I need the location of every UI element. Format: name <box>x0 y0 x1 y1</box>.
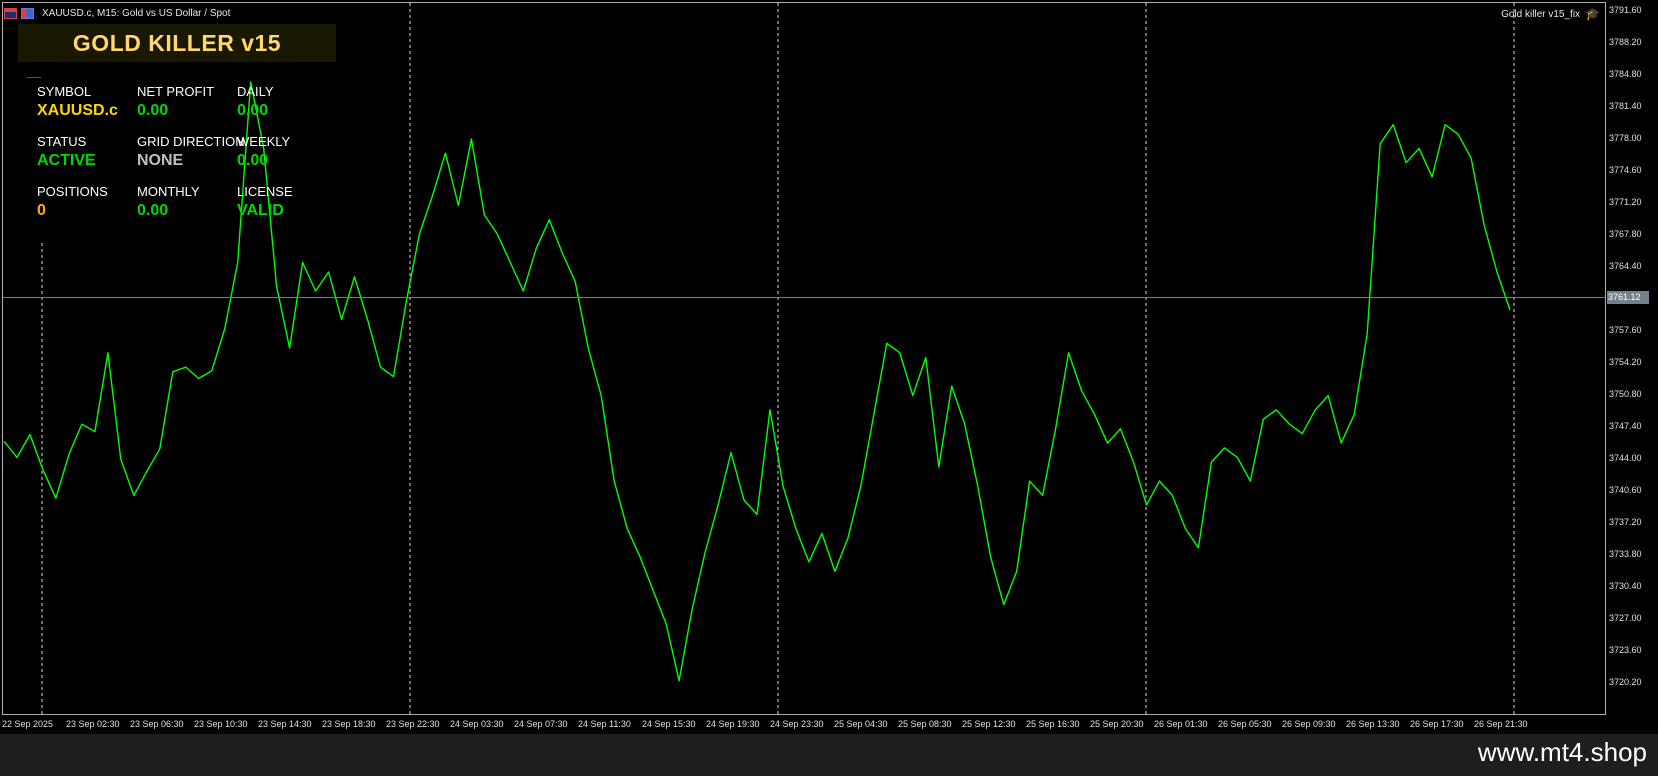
price-line <box>3 81 1511 682</box>
time-axis-label: 23 Sep 10:30 <box>194 719 248 729</box>
time-axis-label: 26 Sep 01:30 <box>1154 719 1208 729</box>
time-axis-label: 22 Sep 2025 <box>2 719 54 729</box>
time-axis-label: 25 Sep 16:30 <box>1026 719 1080 729</box>
price-series <box>3 81 1511 682</box>
stat-positions: POSITIONS 0 <box>37 184 108 220</box>
stat-value: 0.00 <box>237 152 269 169</box>
price-axis-label: 3764.40 <box>1609 261 1642 271</box>
footer-bar: www.mt4.shop <box>0 734 1658 776</box>
price-axis-label: 3774.60 <box>1609 165 1642 175</box>
time-axis-label: 24 Sep 15:30 <box>642 719 696 729</box>
stat-value: 0.00 <box>137 102 169 119</box>
time-axis-label: 24 Sep 03:30 <box>450 719 504 729</box>
time-axis-label: 26 Sep 17:30 <box>1410 719 1464 729</box>
stat-label: NET PROFIT <box>137 84 215 99</box>
expert-advisor-label[interactable]: Gold killer v15_fix 🎓 <box>1501 7 1600 21</box>
stat-daily: DAILY 0.00 <box>237 84 274 120</box>
stat-weekly: WEEKLY 0.00 <box>237 134 290 170</box>
menu-icon[interactable] <box>4 7 17 19</box>
price-axis-label: 3747.40 <box>1609 421 1642 431</box>
price-axis-label: 3733.80 <box>1609 549 1642 559</box>
panel-title: GOLD KILLER v15 <box>72 29 282 56</box>
chart-window[interactable]: XAUUSD.c, M15: Gold vs US Dollar / Spot … <box>0 0 1658 734</box>
time-axis-label: 25 Sep 12:30 <box>962 719 1016 729</box>
current-price-tag: 3761.12 <box>1607 291 1649 304</box>
price-axis-label: 3740.60 <box>1609 485 1642 495</box>
time-axis-label: 24 Sep 11:30 <box>578 719 631 729</box>
time-axis-label: 23 Sep 02:30 <box>66 719 120 729</box>
time-axis-label: 25 Sep 04:30 <box>834 719 888 729</box>
time-axis-label: 26 Sep 21:30 <box>1474 719 1528 729</box>
stat-label: WEEKLY <box>237 134 291 149</box>
price-axis-label: 3778.00 <box>1609 133 1642 143</box>
price-axis-label: 3750.80 <box>1609 389 1642 399</box>
stat-label: LICENSE <box>237 184 293 199</box>
time-axis-label: 24 Sep 07:30 <box>514 719 568 729</box>
stat-label: GRID DIRECTION <box>137 134 245 149</box>
price-axis-label: 3727.00 <box>1609 613 1642 623</box>
stat-value: 0.00 <box>237 102 269 119</box>
stat-monthly: MONTHLY 0.00 <box>137 184 200 220</box>
chart-title-bar: XAUUSD.c, M15: Gold vs US Dollar / Spot <box>4 3 230 23</box>
price-axis-label: 3720.20 <box>1609 677 1642 687</box>
stat-value: 0.00 <box>137 202 169 219</box>
time-axis-label: 26 Sep 13:30 <box>1346 719 1400 729</box>
price-axis-label: 3781.40 <box>1609 101 1642 111</box>
stat-value: VALID <box>237 202 284 219</box>
price-axis-label: 3771.20 <box>1609 197 1642 207</box>
stat-symbol: SYMBOL XAUUSD.c <box>37 84 118 120</box>
chart-type-icon[interactable] <box>21 7 34 19</box>
expert-cap-icon[interactable]: 🎓 <box>1585 7 1600 21</box>
watermark-text: www.mt4.shop <box>1477 737 1647 767</box>
time-axis-label: 25 Sep 08:30 <box>898 719 952 729</box>
stat-value: ACTIVE <box>37 152 96 169</box>
price-axis-label: 3754.20 <box>1609 357 1642 367</box>
stat-label: POSITIONS <box>37 184 108 199</box>
stat-value: 0 <box>37 202 46 219</box>
time-axis-label: 24 Sep 19:30 <box>706 719 760 729</box>
stat-label: STATUS <box>37 134 87 149</box>
price-axis-label: 3757.60 <box>1609 325 1642 335</box>
stat-label: MONTHLY <box>137 184 200 199</box>
time-axis-label: 23 Sep 06:30 <box>130 719 184 729</box>
price-axis-label: 3788.20 <box>1609 37 1642 47</box>
time-axis-label: 24 Sep 23:30 <box>770 719 824 729</box>
time-axis-label: 26 Sep 09:30 <box>1282 719 1336 729</box>
time-axis-label: 23 Sep 18:30 <box>322 719 376 729</box>
panel-banner: GOLD KILLER v15 <box>18 24 336 62</box>
stat-label: DAILY <box>237 84 274 99</box>
stat-net-profit: NET PROFIT 0.00 <box>137 84 214 120</box>
price-axis-label: 3744.00 <box>1609 453 1642 463</box>
time-axis-label: 25 Sep 20:30 <box>1090 719 1144 729</box>
stat-license: LICENSE VALID <box>237 184 293 220</box>
chart-title: XAUUSD.c, M15: Gold vs US Dollar / Spot <box>42 7 231 19</box>
time-axis-label: 26 Sep 05:30 <box>1218 719 1272 729</box>
price-axis-label: 3723.60 <box>1609 645 1642 655</box>
expert-advisor-name: Gold killer v15_fix <box>1501 8 1581 20</box>
price-axis-label: 3730.40 <box>1609 581 1642 591</box>
stat-value: XAUUSD.c <box>37 102 118 119</box>
time-axis-label: 23 Sep 22:30 <box>386 719 440 729</box>
price-axis-label: 3784.80 <box>1609 69 1642 79</box>
price-axis-label: 3737.20 <box>1609 517 1642 527</box>
time-axis-label: 23 Sep 14:30 <box>258 719 312 729</box>
price-axis-label: 3791.60 <box>1609 5 1642 15</box>
stat-value: NONE <box>137 152 184 169</box>
stat-status: STATUS ACTIVE <box>37 134 96 170</box>
stat-label: SYMBOL <box>37 84 92 99</box>
price-axis-label: 3767.80 <box>1609 229 1642 239</box>
stat-grid-direction: GRID DIRECTION NONE <box>137 134 245 170</box>
panel-divider <box>27 77 41 78</box>
